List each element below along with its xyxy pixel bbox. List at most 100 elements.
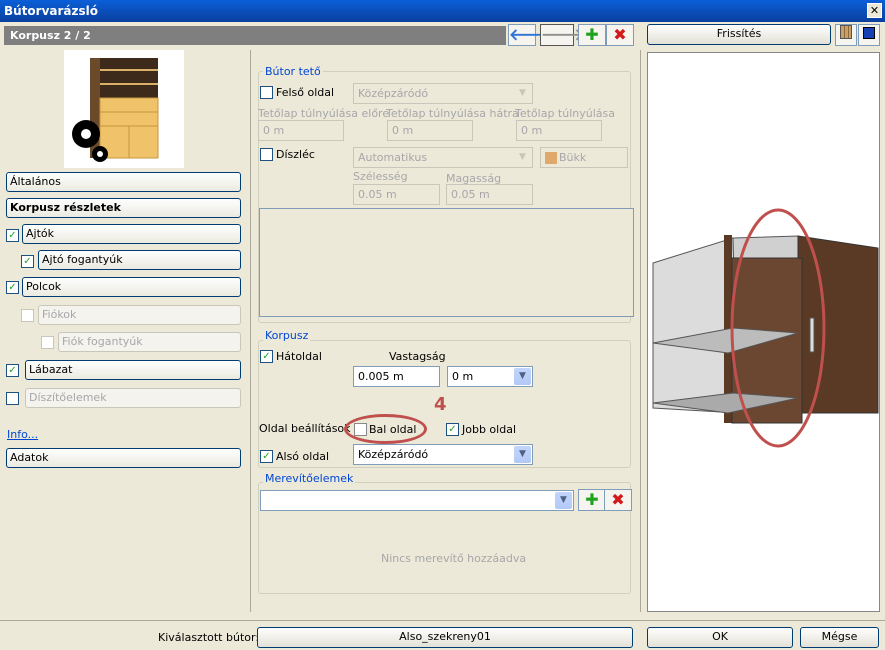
refresh-button[interactable]: Frissítés: [647, 24, 831, 45]
overhang-back-value: 0 m: [392, 124, 414, 137]
page-title: Korpusz 2 / 2: [10, 29, 91, 42]
bottom-side-label: Alsó oldal: [276, 450, 330, 463]
doors-checkbox[interactable]: ✓: [6, 229, 19, 242]
top-side-combo[interactable]: Középzáródó ▼: [353, 83, 533, 104]
decor-strip-combo[interactable]: Automatikus ▼: [353, 147, 533, 168]
offset-combo-value: 0 m: [452, 370, 474, 383]
decor-strip-checkbox[interactable]: [260, 148, 273, 161]
side-settings-label: Oldal beállítások: [259, 422, 351, 435]
info-link[interactable]: Info...: [7, 428, 38, 441]
nav-decor-label: Díszítőelemek: [29, 391, 107, 404]
cabinet-gear-icon: [72, 58, 159, 162]
door-handles-checkbox[interactable]: ✓: [21, 255, 34, 268]
thickness-label: Vastagság: [389, 350, 446, 363]
material-label: Bükk: [559, 151, 587, 164]
title-bar: Bútorvarázsló: [0, 0, 885, 22]
nav-drawers[interactable]: Fiókok: [38, 305, 241, 325]
overhang-back-label: Tetőlap túlnyúlása hátra: [386, 107, 519, 120]
plus-icon: ✚: [585, 25, 599, 44]
nav-general-label: Általános: [10, 175, 61, 188]
decor-preview-area: [259, 208, 634, 317]
nav-general[interactable]: Általános: [6, 172, 241, 192]
top-group-legend: Bútor tető: [263, 65, 323, 78]
right-side-checkbox[interactable]: ✓: [446, 423, 459, 436]
overhang-side-value: 0 m: [521, 124, 543, 137]
selected-furniture-label: Kiválasztott bútor:: [158, 631, 260, 644]
height-input[interactable]: 0.05 m: [446, 184, 533, 205]
brace-combo[interactable]: ▼: [260, 490, 574, 511]
3d-view-button[interactable]: [858, 24, 880, 46]
nav-doors[interactable]: Ajtók: [22, 224, 241, 244]
close-window-button[interactable]: ✕: [867, 3, 882, 18]
3d-preview: [647, 52, 880, 612]
thickness-input[interactable]: 0.005 m: [353, 366, 440, 387]
back-side-checkbox[interactable]: ✓: [260, 350, 273, 363]
left-side-checkbox[interactable]: [354, 423, 367, 436]
nav-doors-label: Ajtók: [26, 227, 54, 240]
view-mode-button[interactable]: [835, 24, 857, 46]
width-label: Szélesség: [353, 170, 408, 183]
nav-door-handles-label: Ajtó fogantyúk: [42, 253, 123, 266]
nav-body-details[interactable]: Korpusz részletek: [6, 198, 241, 218]
nav-drawers-label: Fiókok: [42, 308, 77, 321]
overhang-back-input[interactable]: 0 m: [387, 120, 473, 141]
cancel-button[interactable]: Mégse: [800, 627, 879, 648]
nav-plinth[interactable]: Lábazat: [25, 360, 241, 380]
top-side-label: Felső oldal: [276, 86, 335, 99]
refresh-label: Frissítés: [716, 27, 762, 40]
chevron-down-icon: ▼: [555, 492, 572, 509]
shelves-checkbox[interactable]: ✓: [6, 281, 19, 294]
width-value: 0.05 m: [358, 188, 397, 201]
x-icon: ✖: [611, 490, 625, 509]
nav-door-handles[interactable]: Ajtó fogantyúk: [38, 250, 241, 270]
height-value: 0.05 m: [451, 188, 490, 201]
forward-arrow-button[interactable]: 🡒: [540, 24, 584, 46]
delete-brace-button[interactable]: ✖: [604, 489, 632, 511]
cancel-label: Mégse: [821, 630, 858, 643]
delete-button[interactable]: ✖: [606, 24, 634, 46]
nav-shelves[interactable]: Polcok: [22, 277, 241, 297]
back-side-label: Hátoldal: [276, 350, 322, 363]
plus-icon: ✚: [585, 490, 599, 509]
nav-shelves-label: Polcok: [26, 280, 62, 293]
page-header: Korpusz 2 / 2: [4, 26, 506, 45]
nav-data-label: Adatok: [10, 451, 49, 464]
nav-decor[interactable]: Díszítőelemek: [25, 388, 241, 408]
bottom-side-combo-value: Középzáródó: [358, 448, 429, 461]
decor-strip-label: Díszléc: [276, 148, 315, 161]
width-input[interactable]: 0.05 m: [353, 184, 440, 205]
add-button[interactable]: ✚: [578, 24, 606, 46]
offset-combo[interactable]: 0 m ▼: [447, 366, 533, 387]
cube-icon: [863, 27, 875, 39]
selected-furniture-field[interactable]: Also_szekreny01: [257, 627, 633, 648]
drawers-checkbox[interactable]: [21, 309, 34, 322]
overhang-front-value: 0 m: [263, 124, 285, 137]
bottom-side-combo[interactable]: Középzáródó ▼: [353, 444, 533, 465]
ok-button[interactable]: OK: [647, 627, 793, 648]
back-arrow-button[interactable]: 🡐: [508, 24, 552, 46]
nav-drawer-handles[interactable]: Fiók fogantyúk: [58, 332, 241, 352]
annotation-number: 4: [434, 394, 447, 415]
nav-data[interactable]: Adatok: [6, 448, 241, 468]
bottom-side-checkbox[interactable]: ✓: [260, 450, 273, 463]
plinth-checkbox[interactable]: ✓: [6, 364, 19, 377]
brace-empty-text: Nincs merevítő hozzáadva: [381, 552, 527, 565]
decor-strip-combo-value: Automatikus: [358, 151, 428, 164]
top-side-checkbox[interactable]: [260, 86, 273, 99]
furniture-thumbnail: [64, 50, 184, 168]
overhang-side-label: Tetőlap túlnyúlása: [515, 107, 615, 120]
overhang-side-input[interactable]: 0 m: [516, 120, 602, 141]
decor-checkbox[interactable]: [6, 392, 19, 405]
nav-drawer-handles-label: Fiók fogantyúk: [62, 335, 143, 348]
vertical-divider: [250, 50, 251, 612]
right-side-label: Jobb oldal: [462, 423, 517, 436]
material-button[interactable]: Bükk: [540, 147, 628, 168]
info-link-label: Info...: [7, 428, 39, 441]
x-icon: ✖: [613, 25, 627, 44]
thickness-value: 0.005 m: [358, 370, 404, 383]
add-brace-button[interactable]: ✚: [578, 489, 606, 511]
overhang-front-input[interactable]: 0 m: [258, 120, 344, 141]
cabinet-3d-view: [652, 208, 879, 448]
ok-label: OK: [712, 630, 728, 643]
drawer-handles-checkbox[interactable]: [41, 336, 54, 349]
